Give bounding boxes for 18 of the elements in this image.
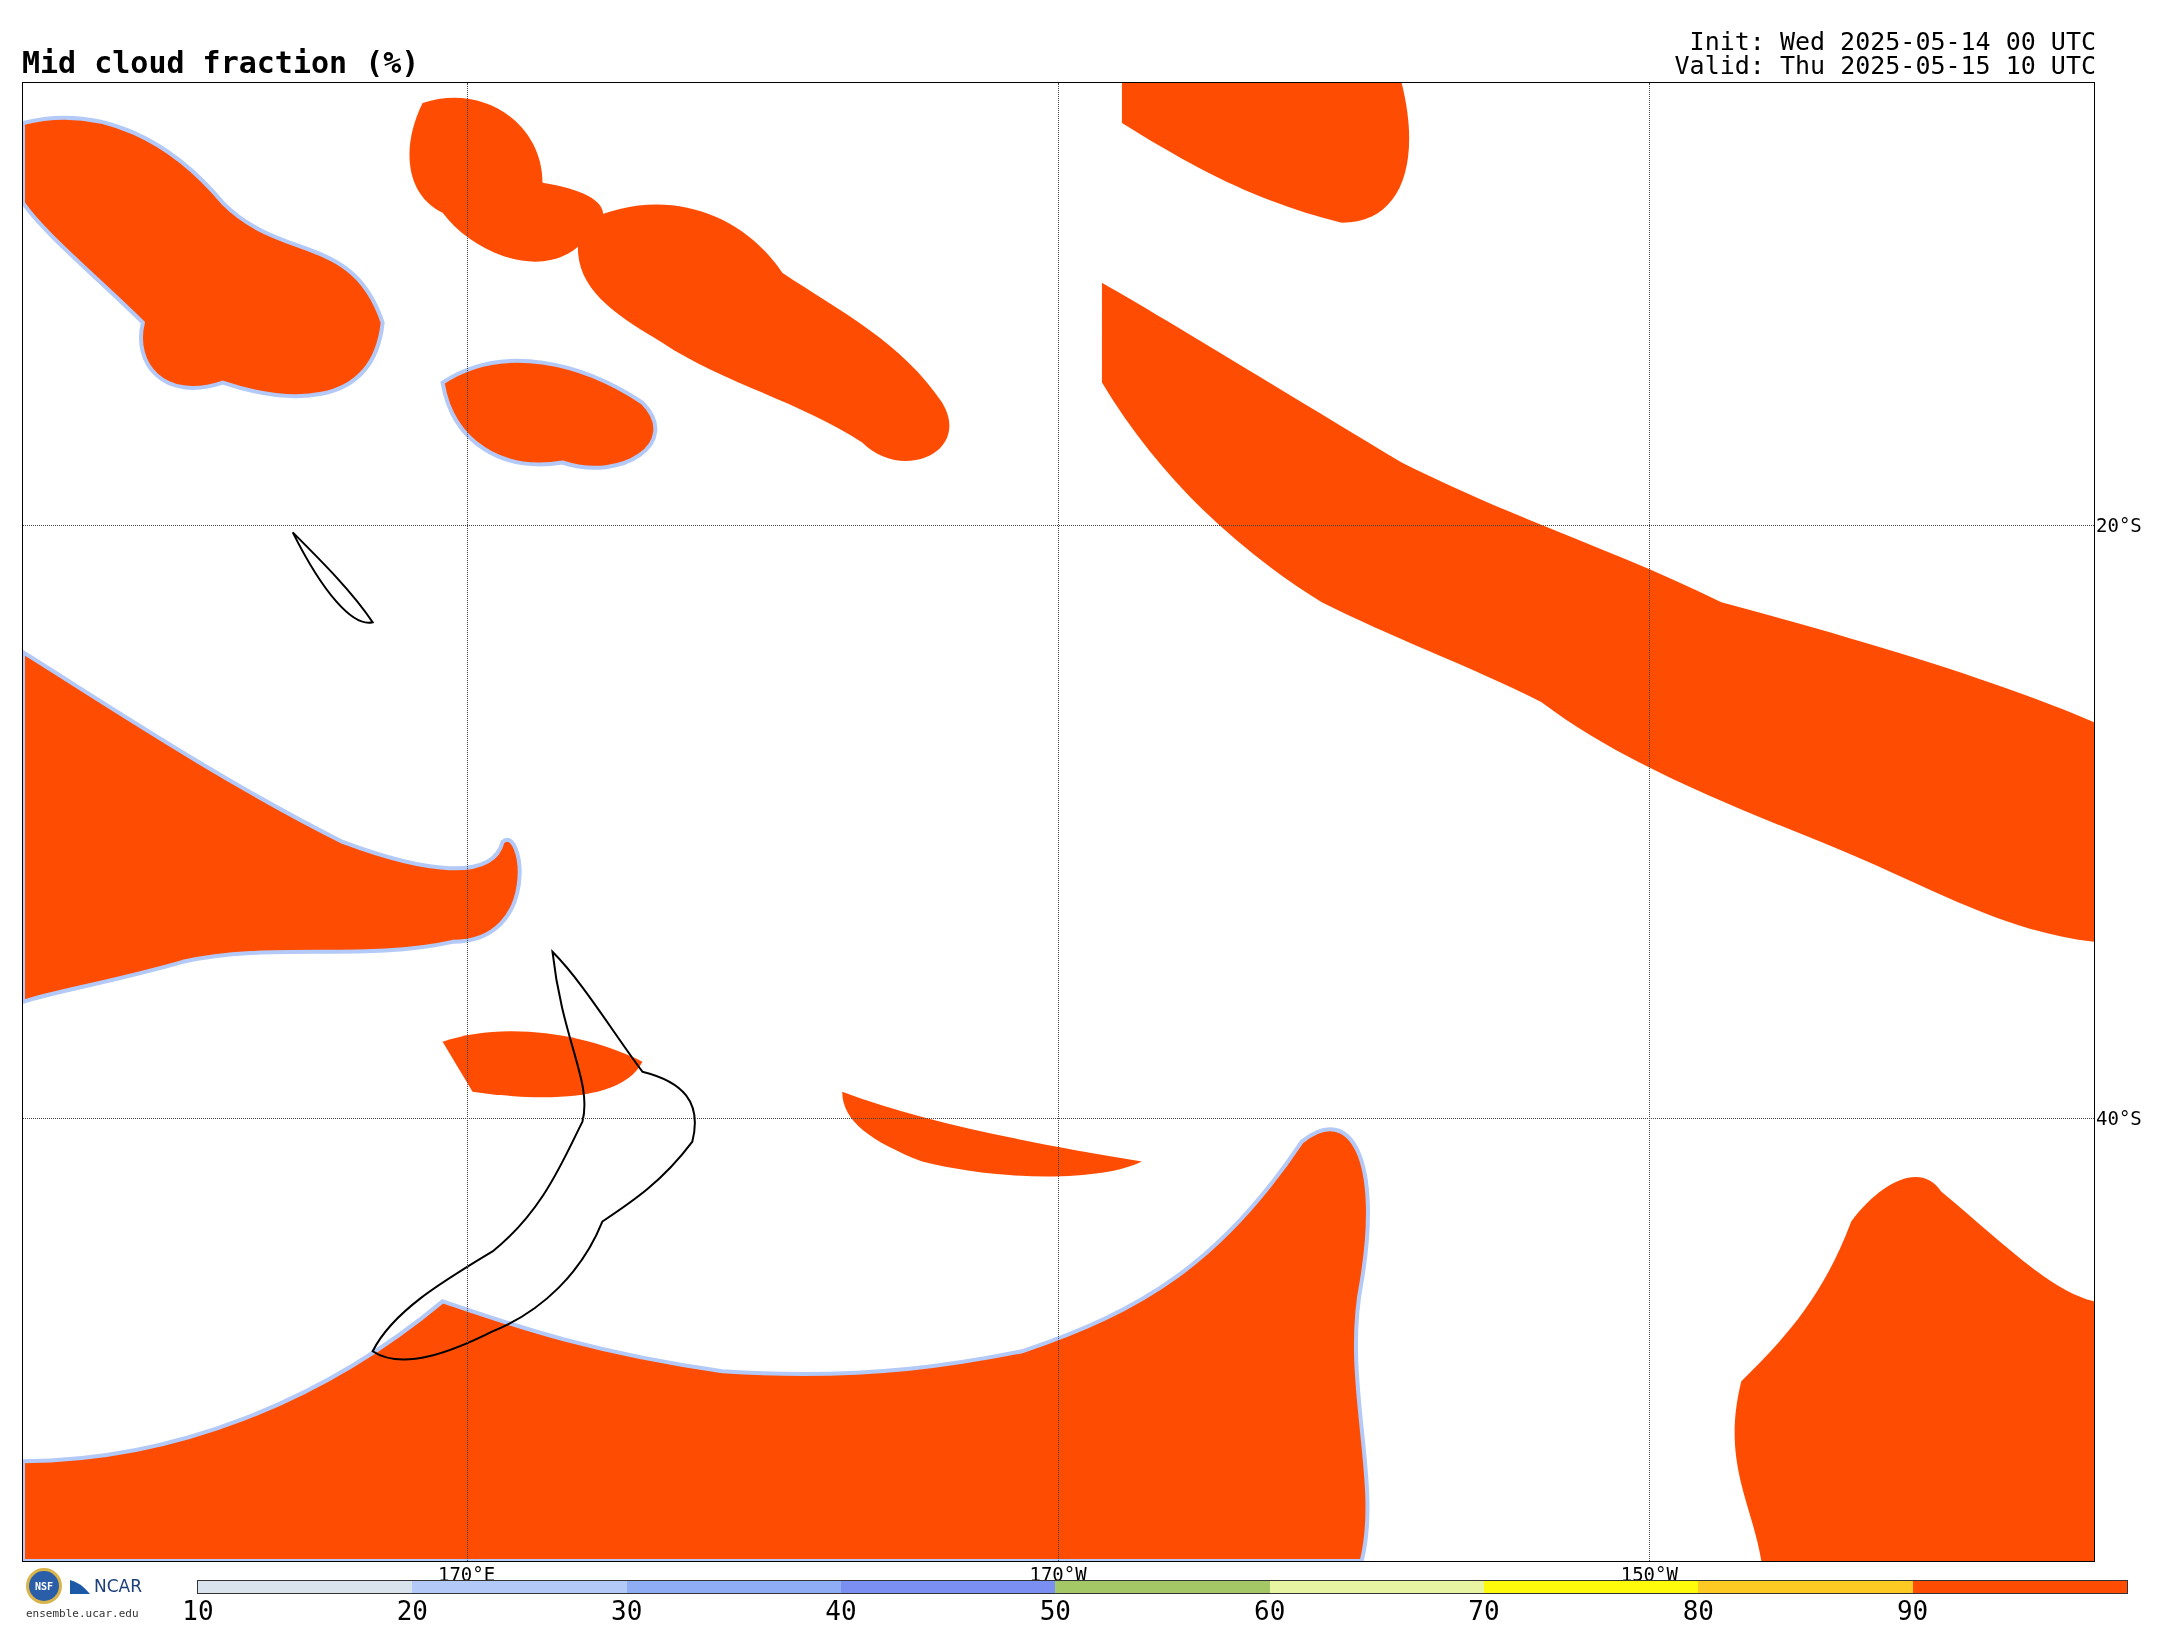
colorbar-tick-label: 90 bbox=[1896, 1598, 1929, 1624]
colorbar-tick-label: 30 bbox=[611, 1598, 643, 1624]
ncar-logo-text: NCAR bbox=[94, 1577, 143, 1595]
colorbar-tick-label: 40 bbox=[825, 1598, 857, 1624]
colorbar-tick-label: 10 bbox=[182, 1598, 214, 1624]
colorbar-tick-label: 20 bbox=[396, 1598, 428, 1624]
valid-time: Valid: Thu 2025-05-15 10 UTC bbox=[1674, 54, 2096, 78]
init-time: Init: Wed 2025-05-14 00 UTC bbox=[1689, 30, 2096, 54]
ncar-logo-icon bbox=[70, 1578, 90, 1594]
colorbar-tick-label: 70 bbox=[1468, 1598, 1500, 1624]
latitude-label: 20°S bbox=[2095, 513, 2142, 539]
chart-title: Mid cloud fraction (%) bbox=[22, 48, 420, 78]
colorbar-tick-label: 50 bbox=[1039, 1598, 1071, 1624]
nsf-logo: NSF bbox=[26, 1568, 62, 1604]
website-text: ensemble.ucar.edu bbox=[26, 1608, 140, 1619]
colorbar-tick-label: 80 bbox=[1682, 1598, 1714, 1624]
colorbar-tick-label: 60 bbox=[1254, 1598, 1286, 1624]
latitude-label: 40°S bbox=[2095, 1105, 2142, 1131]
